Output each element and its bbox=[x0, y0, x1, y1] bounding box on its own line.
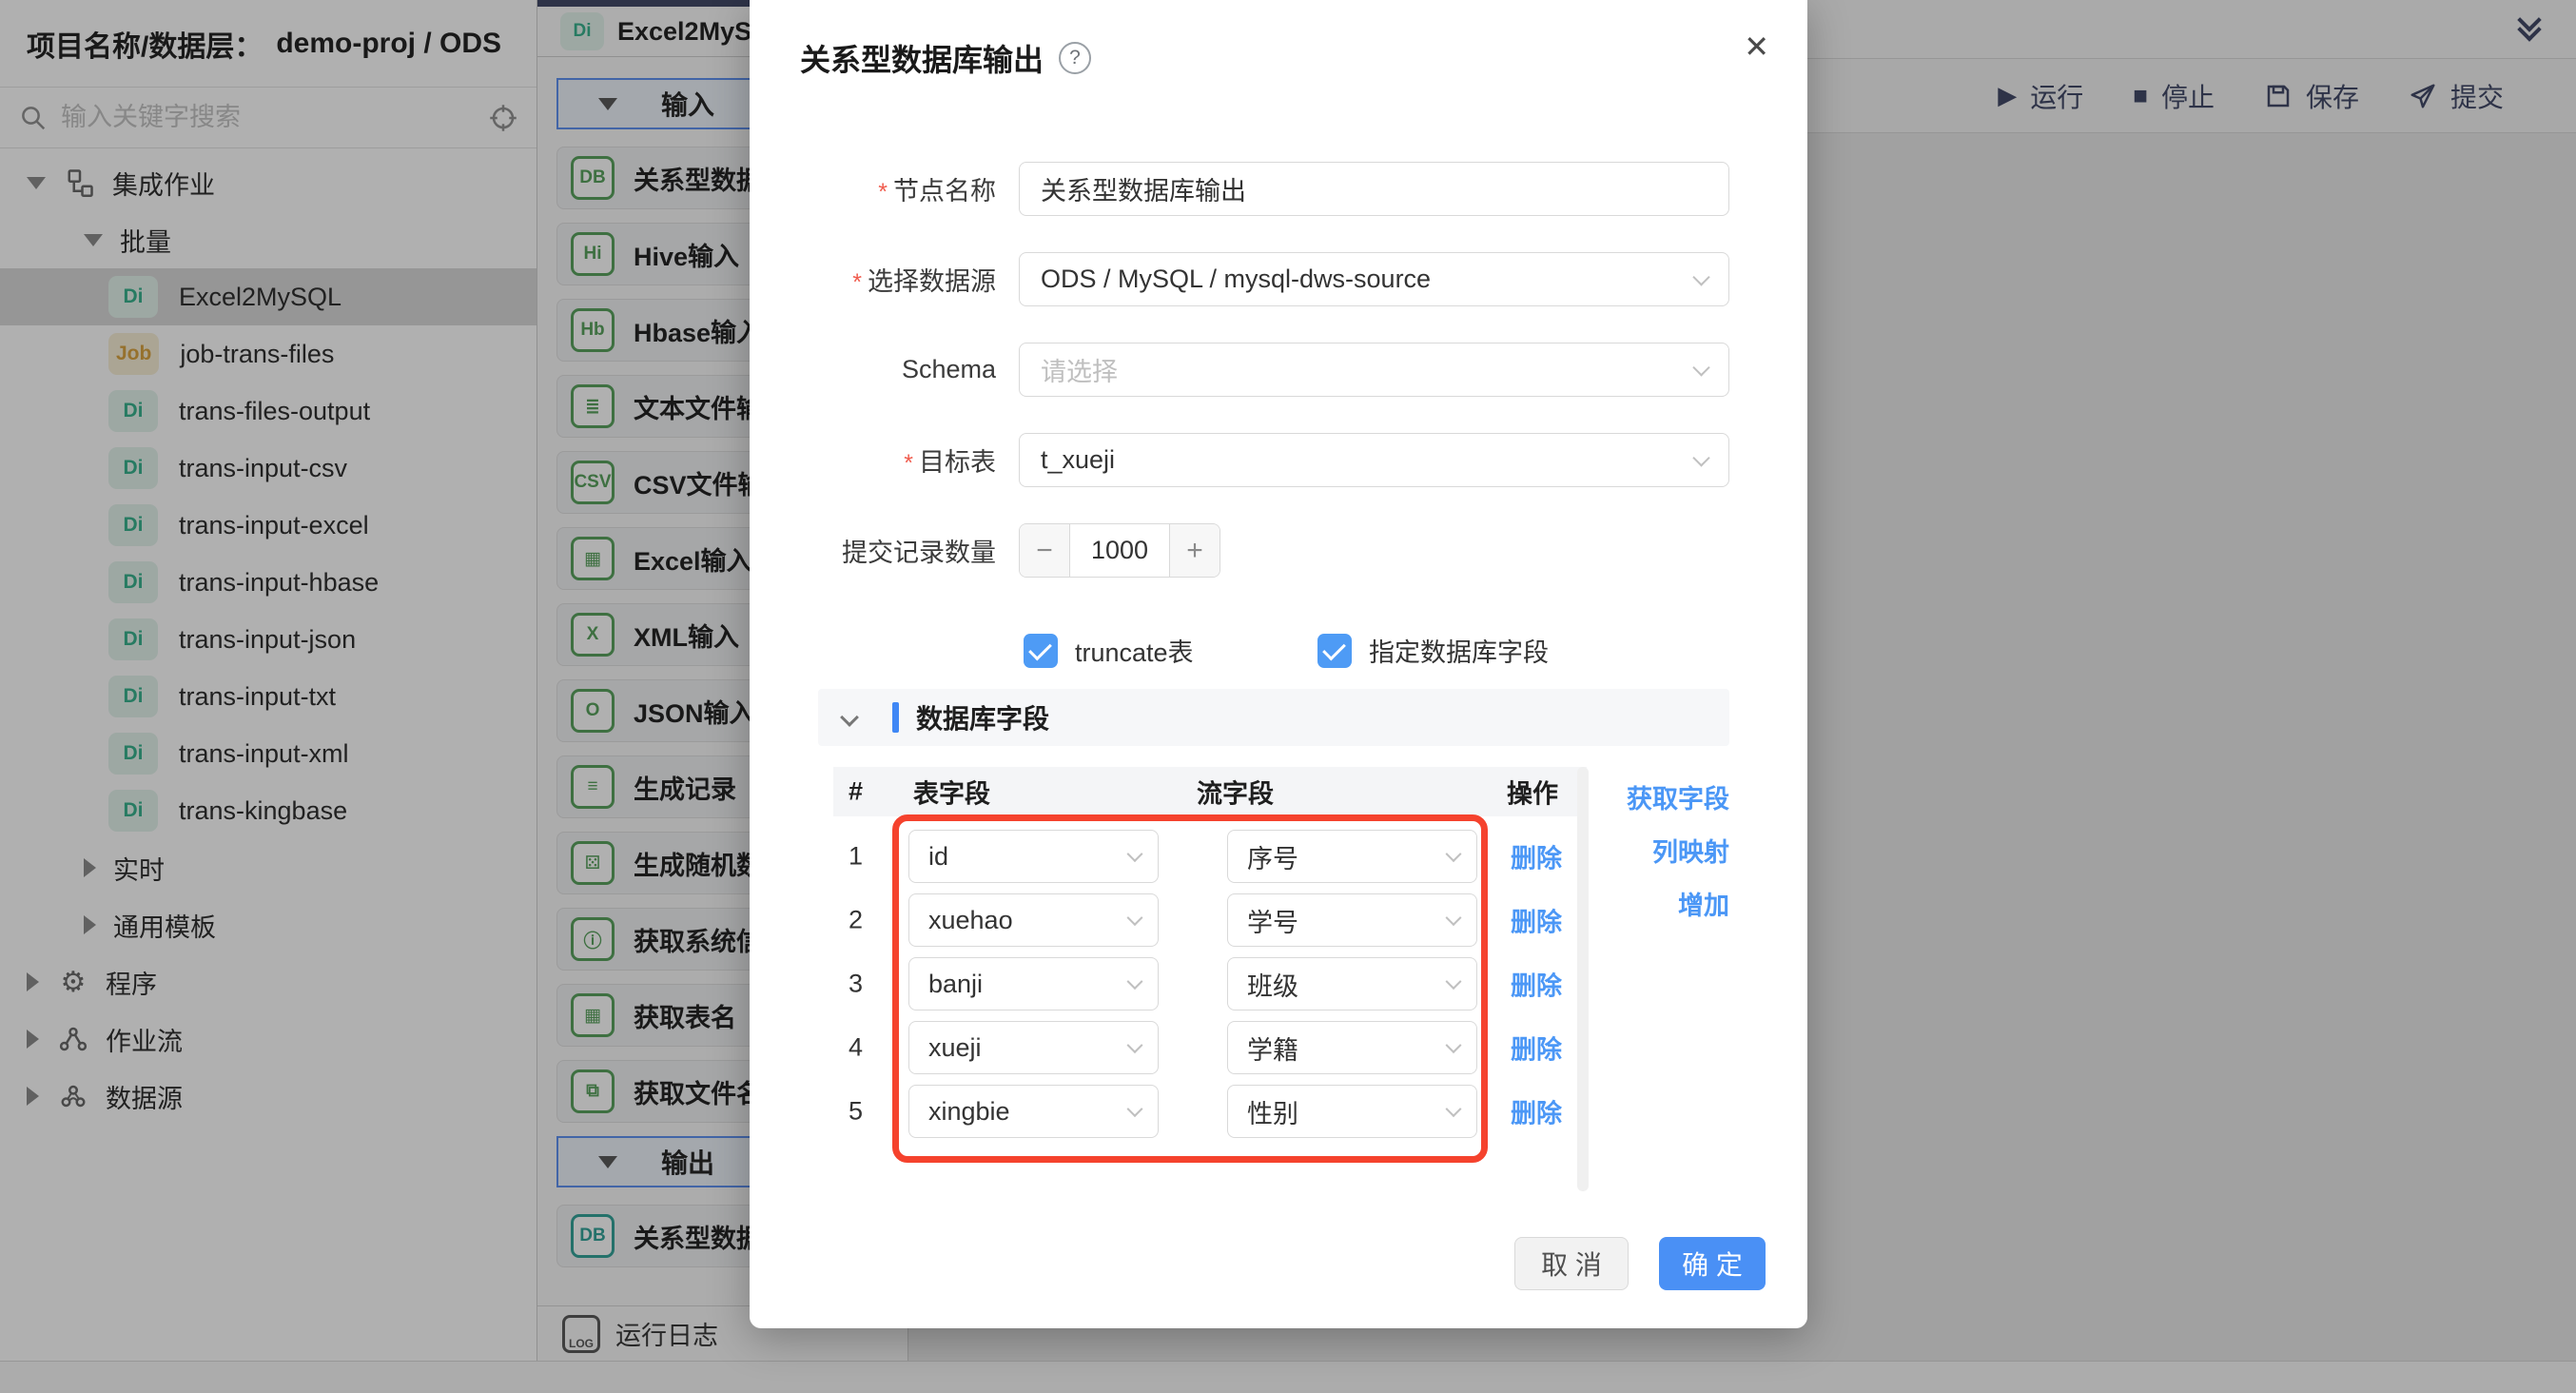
select-value: 序号 bbox=[1247, 838, 1298, 875]
chevron-down-icon bbox=[840, 708, 859, 727]
db-fields-section-header[interactable]: 数据库字段 bbox=[818, 689, 1729, 746]
batch-size-label: 提交记录数量 bbox=[750, 532, 996, 569]
table-field-select[interactable]: banji bbox=[908, 957, 1159, 1010]
col-index: # bbox=[849, 777, 863, 807]
node-name-row: 节点名称 bbox=[750, 162, 1807, 216]
ok-button[interactable]: 确 定 bbox=[1659, 1237, 1766, 1290]
chevron-down-icon bbox=[1127, 910, 1143, 926]
stream-field-select[interactable]: 学籍 bbox=[1227, 1021, 1477, 1074]
table-field-select[interactable]: id bbox=[908, 830, 1159, 883]
column-mapping-link[interactable]: 列映射 bbox=[1652, 832, 1729, 869]
schema-placeholder: 请选择 bbox=[1041, 351, 1118, 388]
field-mapping-row-5: 5 xingbie 性别 删除 bbox=[750, 1085, 1807, 1138]
dialog-title-text: 关系型数据库输出 bbox=[800, 36, 1044, 80]
select-value: id bbox=[928, 842, 948, 872]
node-name-input[interactable] bbox=[1019, 162, 1729, 216]
chevron-down-icon bbox=[1127, 846, 1143, 862]
help-icon[interactable]: ? bbox=[1059, 42, 1091, 74]
field-mapping-row-2: 2 xuehao 学号 删除 bbox=[750, 893, 1807, 947]
select-value: banji bbox=[928, 970, 983, 999]
truncate-checkbox[interactable]: truncate表 bbox=[1024, 632, 1194, 669]
dialog-title: 关系型数据库输出 ? bbox=[800, 36, 1091, 80]
chevron-down-icon bbox=[1446, 846, 1462, 862]
row-index: 4 bbox=[849, 1033, 863, 1063]
stream-field-select[interactable]: 班级 bbox=[1227, 957, 1477, 1010]
chevron-down-icon bbox=[1446, 1037, 1462, 1053]
stream-field-select[interactable]: 性别 bbox=[1227, 1085, 1477, 1138]
chevron-down-icon bbox=[1692, 359, 1709, 376]
field-mapping-row-1: 1 id 序号 删除 bbox=[750, 830, 1807, 883]
stream-field-select[interactable]: 学号 bbox=[1227, 893, 1477, 947]
node-name-label: 节点名称 bbox=[750, 170, 996, 207]
chevron-down-icon bbox=[1127, 1037, 1143, 1053]
target-table-select[interactable]: t_xueji bbox=[1019, 433, 1729, 487]
target-table-value: t_xueji bbox=[1041, 445, 1115, 475]
close-icon[interactable]: ✕ bbox=[1744, 29, 1769, 65]
chevron-down-icon bbox=[1127, 1101, 1143, 1117]
select-value: 学籍 bbox=[1247, 1030, 1298, 1067]
select-value: xueji bbox=[928, 1033, 982, 1063]
col-actions: 操作 bbox=[1507, 774, 1558, 811]
datasource-row: 选择数据源 ODS / MySQL / mysql-dws-source bbox=[750, 252, 1807, 306]
delete-row-link[interactable]: 删除 bbox=[1511, 838, 1562, 875]
delete-row-link[interactable]: 删除 bbox=[1511, 1030, 1562, 1067]
schema-select[interactable]: 请选择 bbox=[1019, 343, 1729, 397]
stepper-minus-button[interactable]: − bbox=[1020, 524, 1070, 577]
row-index: 1 bbox=[849, 842, 863, 872]
specify-fields-checkbox[interactable]: 指定数据库字段 bbox=[1317, 632, 1549, 669]
batch-size-input[interactable] bbox=[1070, 524, 1169, 577]
chevron-down-icon bbox=[1692, 449, 1709, 466]
select-value: xuehao bbox=[928, 906, 1013, 935]
row-index: 2 bbox=[849, 906, 863, 935]
delete-row-link[interactable]: 删除 bbox=[1511, 1093, 1562, 1130]
get-fields-link[interactable]: 获取字段 bbox=[1627, 778, 1729, 815]
table-field-select[interactable]: xingbie bbox=[908, 1085, 1159, 1138]
chevron-down-icon bbox=[1692, 268, 1709, 285]
datasource-select[interactable]: ODS / MySQL / mysql-dws-source bbox=[1019, 252, 1729, 306]
add-row-link[interactable]: 增加 bbox=[1678, 885, 1729, 922]
select-value: 性别 bbox=[1247, 1093, 1298, 1130]
datasource-label: 选择数据源 bbox=[750, 261, 996, 298]
field-table-scrollbar[interactable] bbox=[1577, 767, 1589, 1191]
cancel-button[interactable]: 取 消 bbox=[1514, 1237, 1629, 1290]
schema-row: Schema 请选择 bbox=[750, 343, 1807, 397]
table-field-select[interactable]: xueji bbox=[908, 1021, 1159, 1074]
stream-field-select[interactable]: 序号 bbox=[1227, 830, 1477, 883]
row-index: 3 bbox=[849, 970, 863, 999]
col-table-field: 表字段 bbox=[913, 774, 990, 811]
batch-size-stepper: − + bbox=[1019, 523, 1220, 578]
specify-fields-label: 指定数据库字段 bbox=[1369, 632, 1549, 669]
target-table-label: 目标表 bbox=[750, 441, 996, 479]
checkbox-checked-icon bbox=[1317, 634, 1352, 668]
schema-label: Schema bbox=[750, 355, 996, 384]
batch-size-row: 提交记录数量 − + bbox=[750, 523, 1807, 578]
truncate-label: truncate表 bbox=[1075, 632, 1194, 669]
section-title: 数据库字段 bbox=[916, 698, 1049, 736]
chevron-down-icon bbox=[1127, 973, 1143, 990]
field-mapping-row-3: 3 banji 班级 删除 bbox=[750, 957, 1807, 1010]
chevron-down-icon bbox=[1446, 973, 1462, 990]
field-mapping-row-4: 4 xueji 学籍 删除 bbox=[750, 1021, 1807, 1074]
delete-row-link[interactable]: 删除 bbox=[1511, 902, 1562, 939]
delete-row-link[interactable]: 删除 bbox=[1511, 966, 1562, 1003]
row-index: 5 bbox=[849, 1097, 863, 1127]
select-value: 学号 bbox=[1247, 902, 1298, 939]
select-value: 班级 bbox=[1247, 966, 1298, 1003]
chevron-down-icon bbox=[1446, 1101, 1462, 1117]
checkbox-checked-icon bbox=[1024, 634, 1058, 668]
datasource-value: ODS / MySQL / mysql-dws-source bbox=[1041, 265, 1431, 294]
section-accent-bar bbox=[892, 702, 899, 733]
stepper-plus-button[interactable]: + bbox=[1169, 524, 1220, 577]
col-stream-field: 流字段 bbox=[1197, 774, 1274, 811]
target-table-row: 目标表 t_xueji bbox=[750, 433, 1807, 487]
table-field-select[interactable]: xuehao bbox=[908, 893, 1159, 947]
chevron-down-icon bbox=[1446, 910, 1462, 926]
select-value: xingbie bbox=[928, 1097, 1010, 1127]
field-table-header: # 表字段 流字段 操作 bbox=[833, 767, 1587, 816]
db-output-dialog: 关系型数据库输出 ? ✕ 节点名称 选择数据源 ODS / MySQL / my… bbox=[750, 0, 1807, 1328]
